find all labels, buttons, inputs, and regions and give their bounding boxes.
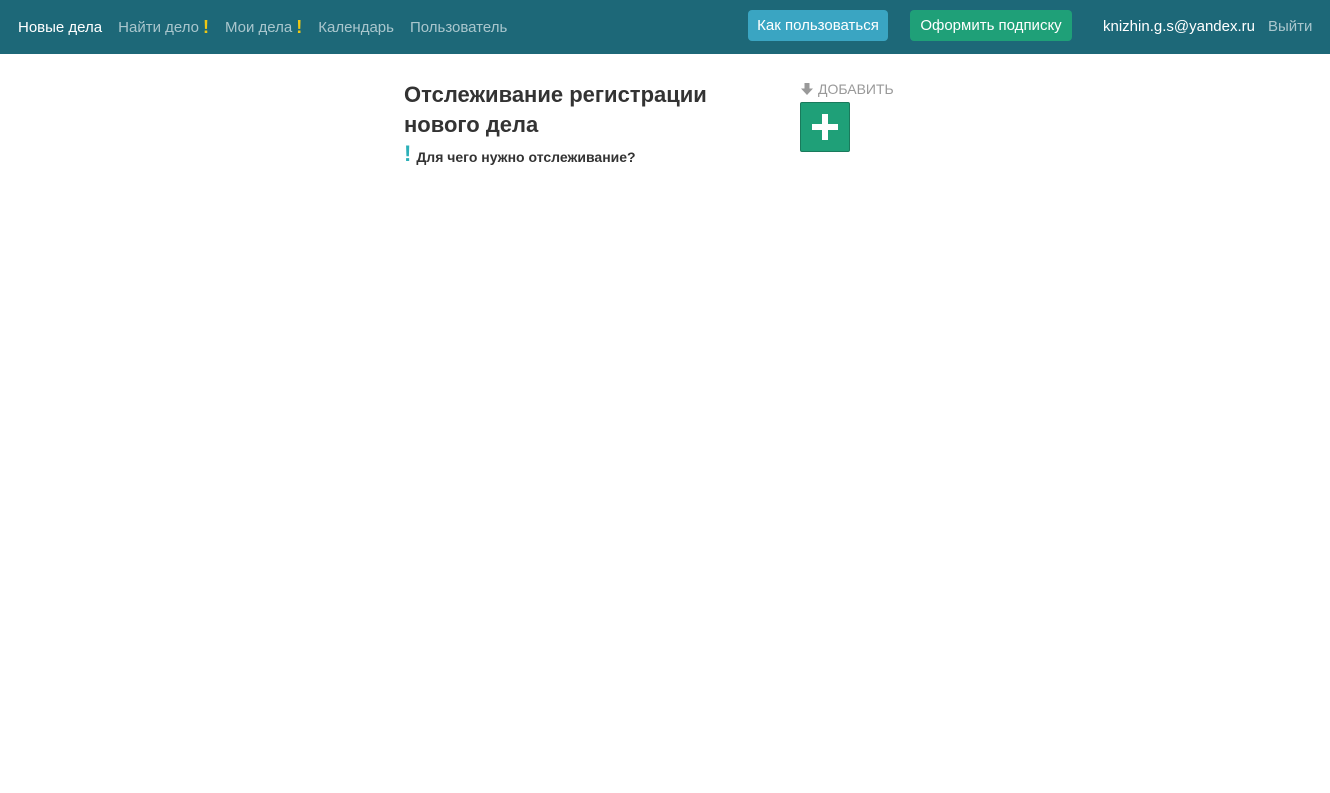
nav-item-label: Пользователь xyxy=(409,18,508,36)
warning-icon: ! xyxy=(202,17,209,37)
arrow-down-icon xyxy=(801,83,813,95)
add-case-button[interactable] xyxy=(800,102,850,152)
subscribe-button[interactable]: Оформить подписку xyxy=(910,10,1072,41)
page-title: Отслеживание регистрации нового дела xyxy=(404,82,707,137)
user-email: knizhin.g.s@yandex.ru xyxy=(1103,17,1255,35)
exclamation-icon: ! xyxy=(404,141,412,166)
warning-icon: ! xyxy=(296,17,303,37)
nav-item-label: Мои дела xyxy=(224,18,293,36)
logout-link[interactable]: Выйти xyxy=(1268,0,1312,52)
top-navbar: Новые дела Найти дело ! Мои дела ! Кален… xyxy=(0,0,1330,54)
nav-item-label: Новые дела xyxy=(18,18,103,36)
add-label: ДОБАВИТЬ xyxy=(801,81,894,97)
nav-item-new-cases[interactable]: Новые дела xyxy=(18,19,102,36)
nav-menu: Новые дела Найти дело ! Мои дела ! Кален… xyxy=(18,0,523,54)
nav-item-find-case[interactable]: Найти дело ! xyxy=(118,18,209,36)
nav-item-calendar[interactable]: Календарь xyxy=(318,19,394,36)
tracking-info-label: Для чего нужно отслеживание? xyxy=(416,149,636,165)
nav-item-label: Найти дело xyxy=(118,18,199,36)
add-label-text: ДОБАВИТЬ xyxy=(818,81,894,97)
nav-item-user[interactable]: Пользователь xyxy=(410,19,507,36)
plus-icon xyxy=(812,114,838,140)
how-to-use-button[interactable]: Как пользоваться xyxy=(748,10,888,41)
nav-item-label: Календарь xyxy=(318,18,394,36)
tracking-info-link[interactable]: ! Для чего нужно отслеживание? xyxy=(404,141,636,166)
nav-item-my-cases[interactable]: Мои дела ! xyxy=(225,18,302,36)
